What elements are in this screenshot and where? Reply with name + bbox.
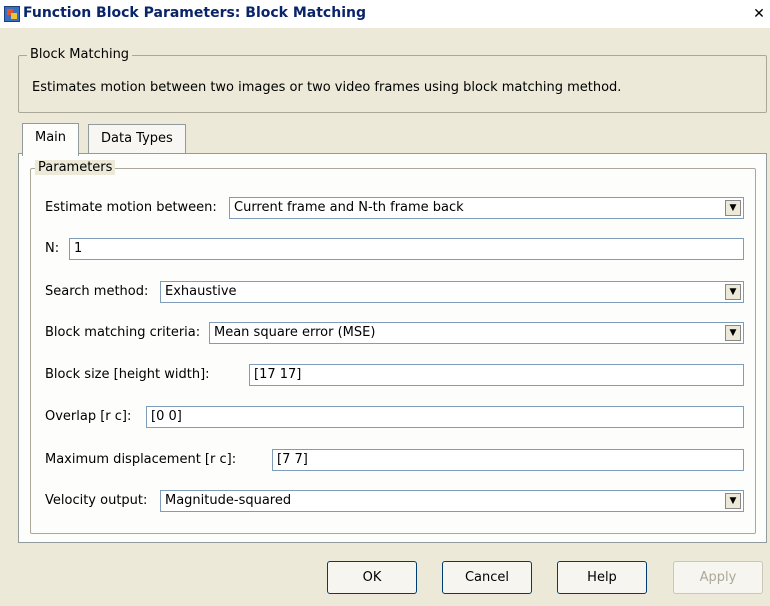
tab-data-types[interactable]: Data Types [88, 124, 186, 154]
ok-button[interactable]: OK [327, 561, 417, 594]
n-row: N: 1 [26, 238, 744, 260]
chevron-down-icon[interactable]: ▼ [725, 493, 741, 509]
velocity-label: Velocity output: [45, 493, 148, 508]
criteria-row: Block matching criteria: Mean square err… [26, 322, 744, 344]
velocity-dropdown[interactable]: Magnitude-squared ▼ [160, 490, 744, 512]
apply-button[interactable]: Apply [673, 561, 763, 594]
simulink-block-icon [4, 6, 20, 22]
search-method-dropdown[interactable]: Exhaustive ▼ [160, 281, 744, 303]
window-title: Function Block Parameters: Block Matchin… [23, 5, 366, 21]
criteria-label: Block matching criteria: [45, 325, 201, 340]
chevron-down-icon[interactable]: ▼ [725, 325, 741, 341]
max-displacement-field[interactable]: [7 7] [272, 449, 744, 471]
apply-button-label: Apply [699, 570, 737, 585]
block-size-label: Block size [height width]: [45, 367, 210, 382]
close-icon[interactable]: ✕ [751, 6, 767, 22]
title-bar: Function Block Parameters: Block Matchin… [0, 0, 770, 28]
help-button[interactable]: Help [557, 561, 647, 594]
block-size-field[interactable]: [17 17] [249, 364, 744, 386]
overlap-row: Overlap [r c]: [0 0] [26, 406, 744, 428]
search-method-value: Exhaustive [165, 284, 237, 299]
estimate-motion-dropdown[interactable]: Current frame and N-th frame back ▼ [229, 197, 744, 219]
estimate-motion-row: Estimate motion between: Current frame a… [26, 197, 744, 219]
overlap-field[interactable]: [0 0] [146, 406, 744, 428]
n-value: 1 [74, 241, 83, 256]
estimate-motion-value: Current frame and N-th frame back [234, 200, 464, 215]
tab-main-label: Main [35, 130, 67, 145]
ok-button-label: OK [362, 570, 382, 585]
max-displacement-row: Maximum displacement [r c]: [7 7] [26, 449, 744, 471]
block-size-row: Block size [height width]: [17 17] [26, 364, 744, 386]
n-field[interactable]: 1 [69, 238, 744, 260]
block-matching-group: Block Matching Estimates motion between … [18, 47, 767, 113]
block-size-value: [17 17] [254, 367, 302, 382]
chevron-down-icon[interactable]: ▼ [725, 284, 741, 300]
tab-data-types-label: Data Types [101, 131, 173, 146]
chevron-down-icon[interactable]: ▼ [725, 200, 741, 216]
criteria-dropdown[interactable]: Mean square error (MSE) ▼ [209, 322, 744, 344]
max-displacement-value: [7 7] [277, 452, 308, 467]
parameters-group: Parameters [30, 160, 756, 534]
search-method-label: Search method: [45, 284, 149, 299]
help-button-label: Help [587, 570, 617, 585]
parameters-title: Parameters [35, 160, 116, 175]
velocity-value: Magnitude-squared [165, 493, 292, 508]
group-title: Block Matching [27, 47, 133, 62]
overlap-label: Overlap [r c]: [45, 409, 132, 424]
max-displacement-label: Maximum displacement [r c]: [45, 452, 237, 467]
criteria-value: Mean square error (MSE) [214, 325, 376, 340]
cancel-button-label: Cancel [464, 570, 510, 585]
tab-main[interactable]: Main [22, 123, 80, 156]
cancel-button[interactable]: Cancel [442, 561, 532, 594]
n-label: N: [45, 241, 60, 256]
overlap-value: [0 0] [151, 409, 182, 424]
search-method-row: Search method: Exhaustive ▼ [26, 281, 744, 303]
block-description: Estimates motion between two images or t… [32, 80, 622, 95]
estimate-motion-label: Estimate motion between: [45, 200, 217, 215]
velocity-row: Velocity output: Magnitude-squared ▼ [26, 490, 744, 512]
